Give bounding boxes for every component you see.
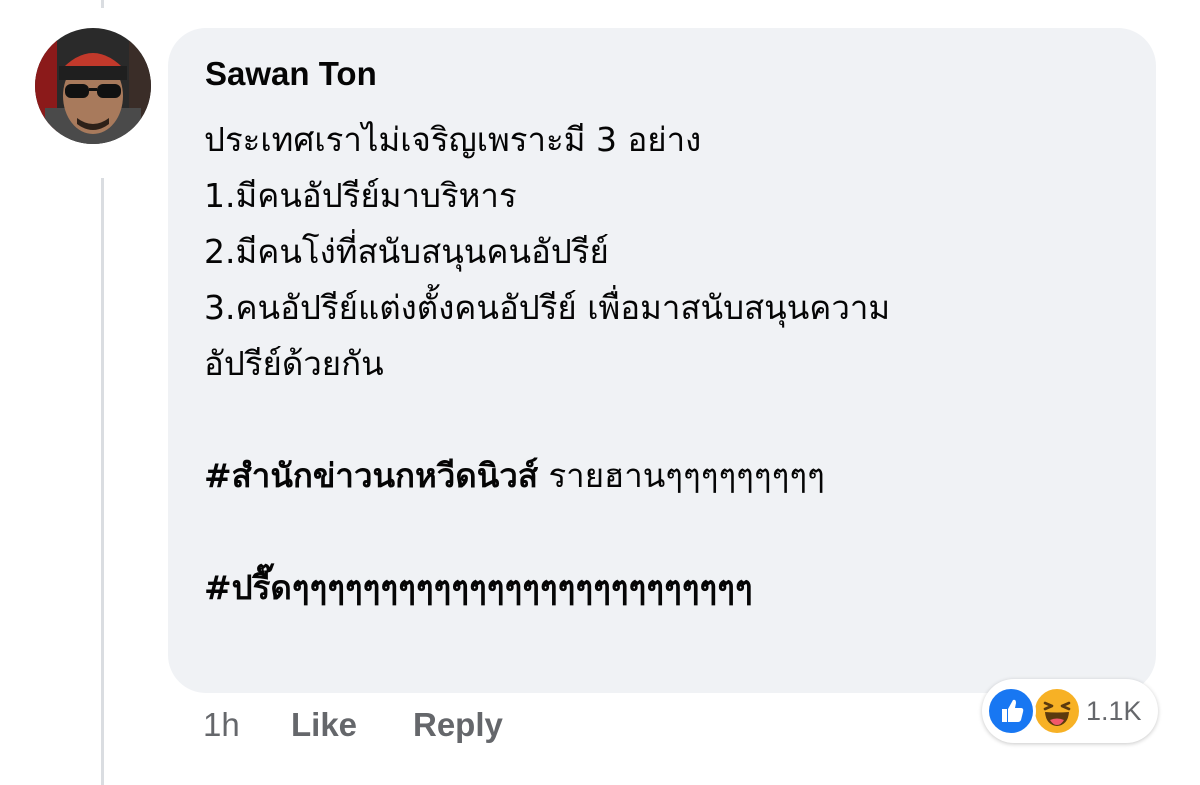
comment-line: 3.คนอัปรีย์แต่งตั้งคนอัปรีย์ เพื่อมาสนับ… [204, 288, 891, 327]
hashtag-link[interactable]: #ปรื๊ดๆๆๆๆๆๆๆๆๆๆๆๆๆๆๆๆๆๆๆๆๆๆๆๆๆๆ [204, 568, 753, 607]
reaction-count: 1.1K [1086, 696, 1142, 726]
thread-line [101, 178, 104, 785]
comment-line: 1.มีคนอัปรีย์มาบริหาร [204, 176, 517, 215]
reply-button[interactable]: Reply [413, 700, 503, 750]
comment-thread: Sawan Ton ประเทศเราไม่เจริญเพราะมี 3 อย่… [0, 0, 1200, 785]
hashtag-link[interactable]: #สำนักข่าวนกหวีดนิวส์ [204, 456, 538, 495]
hashtag-suffix: รายฮานๆๆๆๆๆๆๆๆๆ [537, 456, 825, 495]
hashtag-line: #ปรื๊ดๆๆๆๆๆๆๆๆๆๆๆๆๆๆๆๆๆๆๆๆๆๆๆๆๆๆ [204, 560, 1144, 616]
thread-line-top [101, 0, 104, 8]
hashtag-line: #สำนักข่าวนกหวีดนิวส์ รายฮานๆๆๆๆๆๆๆๆๆ [204, 448, 1144, 504]
avatar[interactable] [35, 28, 151, 144]
avatar-image [35, 28, 151, 144]
comment-body: ประเทศเราไม่เจริญเพราะมี 3 อย่าง 1.มีคนอ… [204, 112, 1144, 616]
like-button[interactable]: Like [291, 700, 357, 750]
comment-author[interactable]: Sawan Ton [205, 54, 377, 94]
comment-line: ประเทศเราไม่เจริญเพราะมี 3 อย่าง [204, 120, 702, 159]
comment-bubble: Sawan Ton ประเทศเราไม่เจริญเพราะมี 3 อย่… [168, 28, 1156, 693]
haha-icon [1032, 686, 1082, 736]
like-icon [986, 686, 1036, 736]
comment-line: 2.มีคนโง่ที่สนับสนุนคนอัปรีย์ [204, 232, 609, 271]
comment-timestamp[interactable]: 1h [203, 700, 240, 750]
reactions-summary[interactable]: 1.1K [982, 679, 1158, 743]
comment-line: อัปรีย์ด้วยกัน [204, 344, 384, 383]
